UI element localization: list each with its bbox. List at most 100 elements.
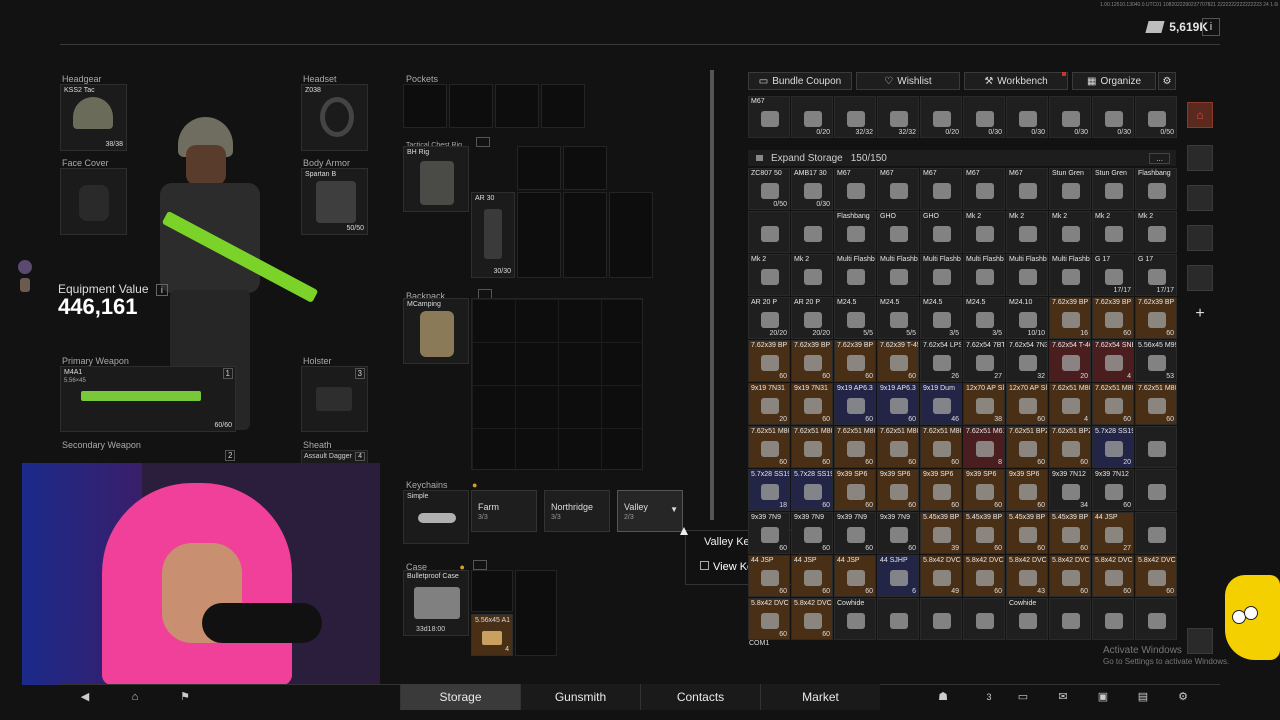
gear-icon[interactable]: ⚙ [1176, 690, 1190, 704]
stash-item[interactable]: 7.62x39 BP 60 [1092, 297, 1134, 339]
stash-item[interactable] [1135, 598, 1177, 640]
rig-slot-3[interactable] [563, 146, 607, 190]
side-avatar-icon[interactable] [18, 260, 32, 274]
stash-item[interactable]: 5.8x42 DVC12 60 [1049, 555, 1091, 597]
keychain-farm[interactable]: Farm 3/3 [471, 490, 537, 532]
equipment-info-icon[interactable]: i [155, 284, 168, 296]
stash-item[interactable]: M67 [963, 168, 1005, 210]
wishlist-tab[interactable]: ♡ Wishlist [856, 72, 960, 90]
stash-item[interactable]: 12x70 AP Slug 60 [1006, 383, 1048, 425]
storage-more-button[interactable]: ... [1149, 152, 1170, 164]
stash-item[interactable]: 9x19 Dum 46 [920, 383, 962, 425]
stash-item[interactable]: 5.8x42 DVC12 60 [963, 555, 1005, 597]
stash-item[interactable]: Multi Flashbang [1006, 254, 1048, 296]
stash-item[interactable]: 32/32 [877, 96, 919, 138]
stash-item[interactable]: M24.10 10/10 [1006, 297, 1048, 339]
stash-item[interactable]: GHO [920, 211, 962, 253]
keychain-valley[interactable]: Valley 2/3 ▼ [617, 490, 683, 532]
container-button-1[interactable] [1187, 145, 1213, 171]
contacts-tab[interactable]: Contacts [640, 684, 760, 710]
tactical-rig-slot[interactable]: BH Rig [403, 146, 469, 212]
stash-item[interactable]: 9x19 7N31 60 [791, 383, 833, 425]
workbench-tab[interactable]: ⚒ Workbench [964, 72, 1068, 90]
stash-item[interactable]: 32/32 [834, 96, 876, 138]
stash-item[interactable]: 9x39 7N9 60 [877, 512, 919, 554]
stash-item[interactable]: 7.62x51 BPZ 60 [1049, 426, 1091, 468]
stash-item[interactable]: 0/20 [791, 96, 833, 138]
friends-icon[interactable]: 3 [978, 690, 1000, 704]
stash-item[interactable]: M67 [834, 168, 876, 210]
stash-item[interactable]: 7.62x51 M80 60 [791, 426, 833, 468]
stash-item[interactable]: G 17 17/17 [1092, 254, 1134, 296]
stash-item[interactable]: 0/20 [920, 96, 962, 138]
stash-item[interactable]: 44 JSP 60 [834, 555, 876, 597]
organize-tab[interactable]: ▦ Organize [1072, 72, 1156, 90]
stash-item[interactable] [877, 598, 919, 640]
case-slot[interactable]: Bulletproof Case 33d18:00 [403, 570, 469, 636]
stash-item[interactable]: 5.45x39 BP 60 [1006, 512, 1048, 554]
stash-item[interactable]: 9x39 SP6 60 [1006, 469, 1048, 511]
pocket-slot-4[interactable] [541, 84, 585, 128]
case-grid-top[interactable] [471, 570, 513, 612]
stash-item[interactable]: 5.8x42 DVC12 60 [748, 598, 790, 640]
stash-item[interactable]: AMB17 30 0/30 [791, 168, 833, 210]
stash-item[interactable]: 7.62x54 7N37 32 [1006, 340, 1048, 382]
stash-item[interactable]: Mk 2 [963, 211, 1005, 253]
stash-item[interactable]: 9x19 AP6.3 60 [877, 383, 919, 425]
stash-item[interactable]: 9x39 7N12 60 [1092, 469, 1134, 511]
stash-item[interactable] [1049, 598, 1091, 640]
back-icon[interactable]: ◀ [78, 690, 92, 704]
stash-item[interactable]: Cowhide [834, 598, 876, 640]
chevron-down-icon[interactable]: ▼ [670, 505, 678, 514]
stash-item[interactable]: 7.62x51 M61 8 [963, 426, 1005, 468]
add-container-button[interactable]: + [1187, 302, 1213, 328]
stash-item[interactable]: 0/30 [1006, 96, 1048, 138]
gunsmith-tab[interactable]: Gunsmith [520, 684, 640, 710]
pocket-slot-2[interactable] [449, 84, 493, 128]
stash-item[interactable]: 7.62x54 SNB 4 [1092, 340, 1134, 382]
stash-item[interactable]: 7.62x51 M80 60 [877, 426, 919, 468]
stash-item[interactable]: 7.62x51 M80 4 [1049, 383, 1091, 425]
flag-icon[interactable]: ⚑ [178, 690, 192, 704]
stash-item[interactable]: 0/30 [1049, 96, 1091, 138]
stash-item[interactable]: 5.7x28 SS190 60 [791, 469, 833, 511]
side-person-icon[interactable] [20, 278, 30, 292]
stash-item[interactable]: 7.62x39 BP 60 [1135, 297, 1177, 339]
stash-item[interactable]: 7.62x51 M80 60 [748, 426, 790, 468]
stash-item[interactable]: 7.62x51 M80 60 [1135, 383, 1177, 425]
stash-item[interactable]: 9x39 7N9 60 [791, 512, 833, 554]
stash-item[interactable]: 7.62x54 7BT1 27 [963, 340, 1005, 382]
stash-item[interactable]: ZC807 50 0/50 [748, 168, 790, 210]
stash-item[interactable]: G 17 17/17 [1135, 254, 1177, 296]
rig-slot-4[interactable] [517, 192, 561, 278]
home-side-button[interactable]: ⌂ [1187, 102, 1213, 128]
stash-item[interactable]: M24.5 5/5 [877, 297, 919, 339]
market-tab[interactable]: Market [760, 684, 880, 710]
stash-item[interactable]: 44 JSP 60 [791, 555, 833, 597]
stash-item[interactable] [963, 598, 1005, 640]
stash-item[interactable]: 0/30 [1092, 96, 1134, 138]
stash-item[interactable] [791, 211, 833, 253]
stash-item[interactable] [1135, 512, 1177, 554]
stash-item[interactable]: Multi Flashbang [920, 254, 962, 296]
stash-item[interactable]: 7.62x51 M80 60 [1092, 383, 1134, 425]
stash-item[interactable]: AR 20 P 20/20 [748, 297, 790, 339]
keychain-slot[interactable]: Simple [403, 490, 469, 544]
stash-item[interactable] [920, 598, 962, 640]
stash-item[interactable]: Multi Flashbang [963, 254, 1005, 296]
settings-tab[interactable]: ⚙ [1158, 72, 1176, 90]
stash-item[interactable]: 12x70 AP Slug 38 [963, 383, 1005, 425]
stash-item[interactable]: Mk 2 [1049, 211, 1091, 253]
backpack-grid[interactable] [471, 298, 643, 470]
stash-item[interactable]: 5.45x39 BP 60 [1049, 512, 1091, 554]
stash-item[interactable]: 5.8x42 DVC12 49 [920, 555, 962, 597]
chat-icon[interactable]: ▭ [1016, 690, 1030, 704]
stash-item[interactable]: 7.62x39 BP 16 [1049, 297, 1091, 339]
rig-slot-2[interactable] [517, 146, 561, 190]
stash-item[interactable]: 7.62x51 M80 60 [920, 426, 962, 468]
stash-item[interactable]: Mk 2 [791, 254, 833, 296]
stash-item[interactable]: 5.45x39 BP 39 [920, 512, 962, 554]
stash-item[interactable] [748, 211, 790, 253]
stash-item[interactable]: M67 [920, 168, 962, 210]
stash-item[interactable]: M67 [748, 96, 790, 138]
